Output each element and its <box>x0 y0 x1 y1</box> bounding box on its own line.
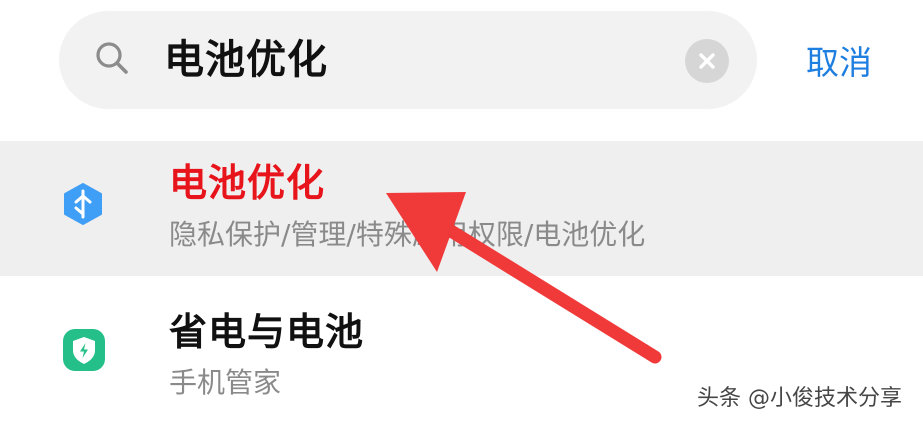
search-icon <box>94 40 130 76</box>
result-subtitle: 手机管家 <box>169 366 282 399</box>
search-results-screen: 电池优化 取消 电池优化 隐私保护/管理/特殊应用权限/电池优化 省电与电池 手… <box>0 0 923 425</box>
close-icon <box>699 53 715 69</box>
result-title: 省电与电池 <box>169 310 365 354</box>
result-subtitle: 隐私保护/管理/特殊应用权限/电池优化 <box>169 218 646 251</box>
battery-settings-icon <box>62 182 104 230</box>
search-input[interactable]: 电池优化 <box>164 34 328 86</box>
watermark: 头条 @小俊技术分享 <box>697 386 902 411</box>
clear-search-button[interactable] <box>685 39 729 83</box>
search-result-battery-optimization[interactable]: 电池优化 隐私保护/管理/特殊应用权限/电池优化 <box>0 141 923 276</box>
phone-manager-shield-icon <box>62 328 106 376</box>
cancel-button[interactable]: 取消 <box>806 40 872 86</box>
result-title: 电池优化 <box>169 161 326 205</box>
